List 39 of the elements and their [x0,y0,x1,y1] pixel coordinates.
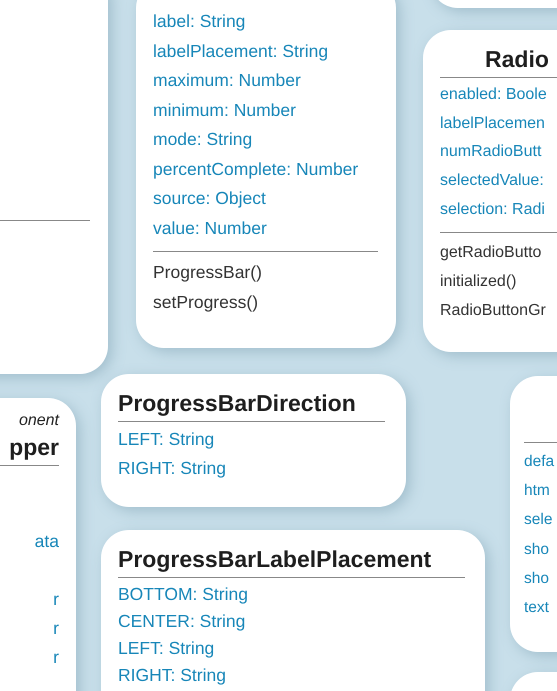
attribute-text: ata [34,530,59,553]
attribute-text: percentComplete: Number [153,158,360,181]
attribute-text: sho [524,540,550,560]
attribute-text: maximum: Number [153,69,302,92]
attribute-text: CENTER: String [118,610,246,633]
attribute-text: selectedValue: [440,171,545,192]
attribute-text: r [52,588,59,611]
class-title: ProgressBarDirection [118,389,357,418]
attribute-text: text [524,598,550,618]
attribute-text: sele [524,510,554,530]
attribute-text: sho [524,568,550,589]
attribute-text: LEFT: String [118,637,216,660]
attribute-text: labelPlacement: String [153,40,330,63]
method-text: RadioButtonGr [440,300,547,321]
attribute-text: enabled: Boole [440,85,548,105]
attribute-text: htm [524,481,551,502]
attribute-text: label: String [153,10,246,33]
class-title: ProgressBarLabelPlacement [118,545,432,574]
method-text: getRadioButto [440,243,542,264]
method-text: ProgressBar() [153,261,263,284]
attribute-text: r [52,617,59,640]
stereotype-label: onent [18,411,59,431]
attribute-text: LEFT: String [118,428,216,451]
attribute-text: mode: String [153,128,254,151]
attribute-text: RIGHT: String [118,664,227,687]
method-text: setProgress() [153,290,260,314]
attribute-text: defa [524,452,556,472]
attribute-text: minimum: Number [153,98,297,122]
attribute-text: source: Object [153,187,267,210]
attribute-text: value: Number [153,216,268,240]
attribute-text: numRadioButt [440,142,542,162]
attribute-text: labelPlacemen [440,114,546,134]
class-title: pper [8,433,59,462]
attribute-text: BOTTOM: String [118,583,249,606]
attribute-text: RIGHT: String [118,457,227,480]
attribute-text: selection: Radi [440,200,546,220]
class-title: Radio [485,45,550,74]
method-text: initialized() [440,272,518,292]
attribute-text: r [52,646,59,669]
